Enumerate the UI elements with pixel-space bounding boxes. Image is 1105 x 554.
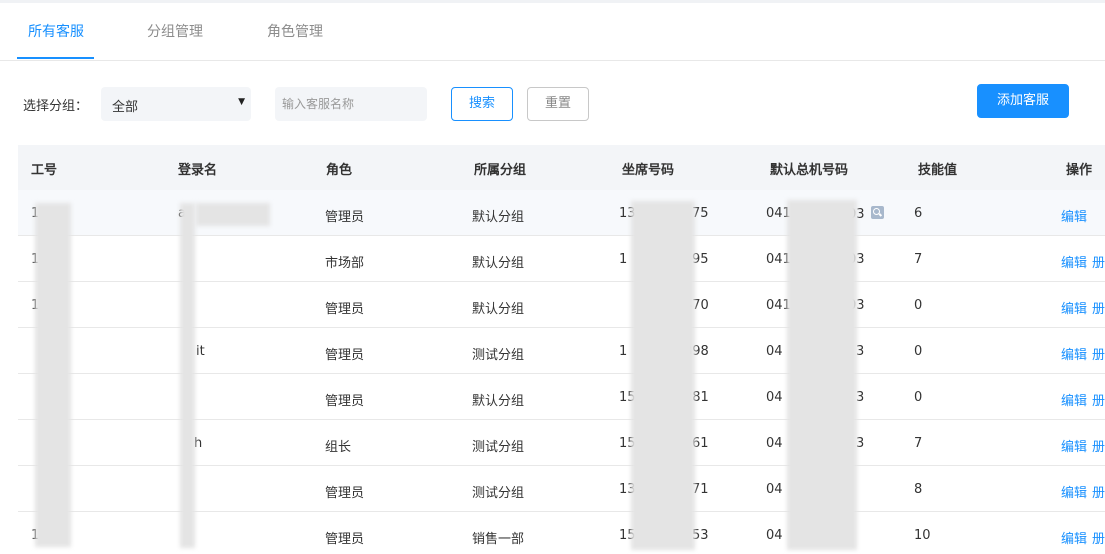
cell-skill: 7: [914, 252, 923, 267]
cell-skill: 0: [914, 298, 923, 313]
delete-link[interactable]: 册: [1092, 252, 1105, 271]
search-button[interactable]: 搜索: [451, 87, 513, 121]
cell-group: 测试分组: [472, 348, 525, 363]
edit-link[interactable]: 编辑: [1061, 252, 1087, 271]
cell-skill: 6: [914, 206, 923, 221]
edit-link[interactable]: 编辑: [1061, 390, 1087, 409]
column-header-actions: 操作: [1066, 163, 1093, 178]
cell-login: it: [196, 344, 205, 359]
edit-link[interactable]: 编辑: [1061, 344, 1087, 363]
column-header-group: 所属分组: [474, 163, 527, 178]
group-filter-label: 选择分组：: [23, 99, 89, 114]
cell-seat-start: 1: [619, 252, 628, 267]
cell-trunk-end: 3: [856, 344, 865, 359]
agent-name-search-input[interactable]: [275, 87, 427, 121]
redaction-mask: [35, 203, 71, 547]
cell-trunk-end: 3: [856, 390, 865, 405]
cell-role: 管理员: [325, 486, 365, 501]
active-tab-indicator: [17, 57, 94, 59]
cell-role: 管理员: [325, 210, 365, 225]
caret-down-icon: ▼: [238, 97, 245, 107]
group-select-value: 全部: [112, 100, 139, 115]
cell-role: 市场部: [325, 256, 365, 271]
cell-role: 管理员: [325, 394, 365, 409]
cell-seat-start: 1: [619, 344, 628, 359]
delete-link[interactable]: 册: [1092, 298, 1105, 317]
cell-role: 组长: [325, 440, 352, 455]
cell-role: 管理员: [325, 532, 365, 547]
cell-role: 管理员: [325, 348, 365, 363]
cell-skill: 0: [914, 390, 923, 405]
table-header: 工号 登录名 角色 所属分组 坐席号码 默认总机号码 技能值 操作: [18, 145, 1105, 190]
edit-link[interactable]: 编辑: [1061, 206, 1087, 225]
tab-role-management[interactable]: 角色管理: [267, 21, 323, 41]
reset-button[interactable]: 重置: [527, 87, 589, 121]
cell-group: 测试分组: [472, 486, 525, 501]
tab-all-agents[interactable]: 所有客服: [28, 21, 84, 41]
delete-link[interactable]: 册: [1092, 390, 1105, 409]
delete-link[interactable]: 册: [1092, 436, 1105, 455]
cell-skill: 8: [914, 482, 923, 497]
cell-trunk-end: 3: [856, 436, 865, 451]
edit-link[interactable]: 编辑: [1061, 482, 1087, 501]
edit-link[interactable]: 编辑: [1061, 298, 1087, 317]
column-header-login: 登录名: [178, 163, 218, 178]
cell-group: 默认分组: [472, 394, 525, 409]
delete-link[interactable]: 册: [1092, 482, 1105, 501]
cell-trunk-start: 04: [766, 482, 783, 497]
column-header-seat-number: 坐席号码: [622, 163, 675, 178]
cell-group: 测试分组: [472, 440, 525, 455]
edit-link[interactable]: 编辑: [1061, 528, 1087, 547]
cell-group: 默认分组: [472, 210, 525, 225]
cell-skill: 0: [914, 344, 923, 359]
cell-trunk-start: 04: [766, 344, 783, 359]
cell-trunk-start: 04: [766, 436, 783, 451]
cell-group: 默认分组: [472, 256, 525, 271]
redaction-mask: [196, 203, 270, 226]
edit-link[interactable]: 编辑: [1061, 436, 1087, 455]
group-select[interactable]: 全部 ▼: [101, 87, 251, 121]
add-agent-button[interactable]: 添加客服: [977, 84, 1069, 118]
column-header-id: 工号: [31, 163, 58, 178]
column-header-role: 角色: [326, 163, 353, 178]
column-header-trunk-number: 默认总机号码: [770, 163, 849, 178]
tab-group-management[interactable]: 分组管理: [147, 21, 203, 41]
redaction-mask: [787, 200, 857, 550]
cell-group: 默认分组: [472, 302, 525, 317]
redaction-mask: [180, 203, 195, 548]
tab-bar: 所有客服 分组管理 角色管理: [0, 3, 1105, 61]
cell-role: 管理员: [325, 302, 365, 317]
cell-group: 销售一部: [472, 532, 525, 547]
magnifier-icon[interactable]: [870, 206, 884, 219]
delete-link[interactable]: 册: [1092, 344, 1105, 363]
content-panel: 所有客服 分组管理 角色管理 选择分组： 全部 ▼ 搜索 重置 添加客服 工号 …: [0, 3, 1105, 554]
delete-link[interactable]: 册: [1092, 528, 1105, 547]
redaction-mask: [631, 201, 695, 550]
cell-login: h: [194, 436, 203, 451]
cell-skill: 7: [914, 436, 923, 451]
cell-trunk-start: 04: [766, 390, 783, 405]
column-header-skill: 技能值: [918, 163, 958, 178]
cell-skill: 10: [914, 528, 931, 543]
cell-trunk-start: 04: [766, 528, 783, 543]
